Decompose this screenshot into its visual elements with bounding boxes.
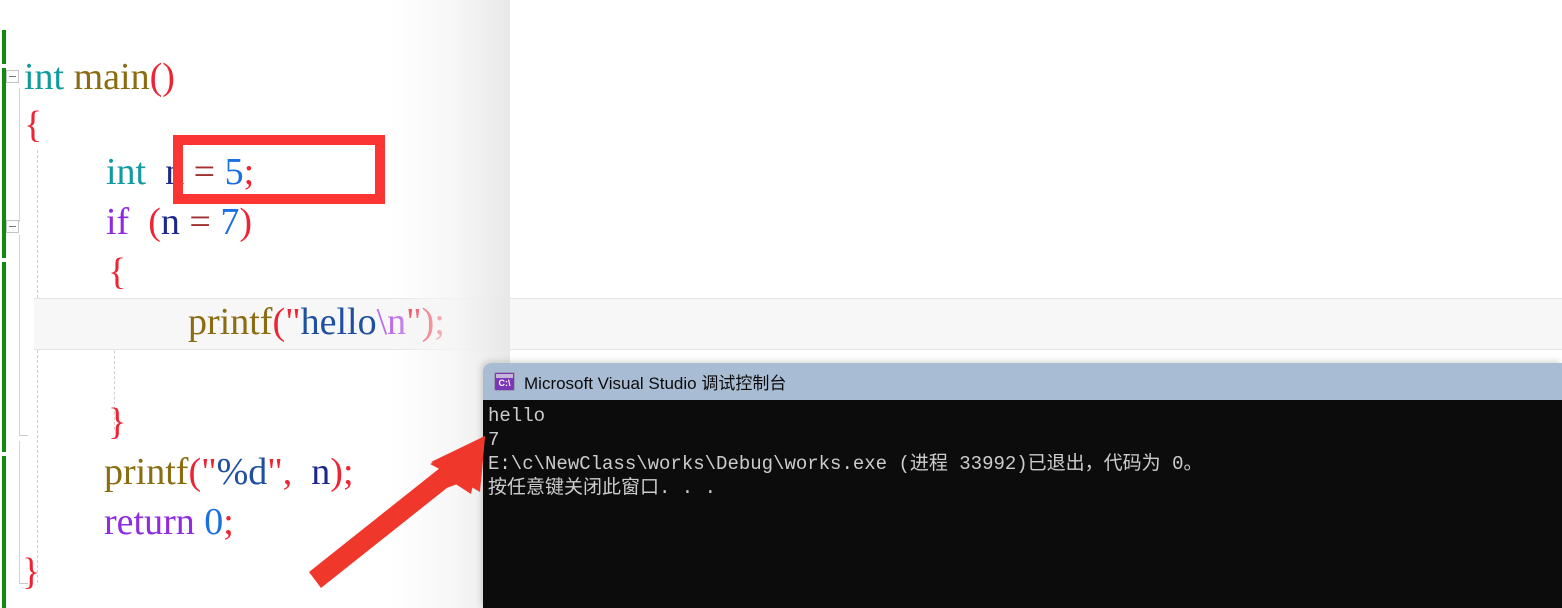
command-prompt-icon: C:\ bbox=[494, 372, 515, 391]
token-quote-close: " bbox=[267, 451, 283, 493]
screenshot-root: int main() { int n = 5; if (n = 7) { pri… bbox=[0, 0, 1562, 608]
code-line-if-close-brace[interactable]: } bbox=[108, 403, 126, 441]
token-open-brace: { bbox=[108, 251, 127, 293]
code-line-main[interactable]: int main() bbox=[24, 58, 175, 96]
token-keyword-int: int bbox=[106, 151, 147, 193]
token-open-paren: ( bbox=[188, 451, 202, 493]
code-line-if[interactable]: if (n = 7) bbox=[106, 203, 252, 241]
code-line-printf-hello[interactable]: printf("hello\n"); bbox=[188, 303, 445, 341]
token-keyword-if: if bbox=[106, 201, 130, 243]
token-quote-open: " bbox=[285, 301, 301, 343]
token-close-paren: ) bbox=[421, 301, 435, 343]
token-function-printf: printf bbox=[188, 301, 273, 343]
token-semicolon: ; bbox=[223, 501, 234, 543]
token-quote-open: " bbox=[201, 451, 217, 493]
code-line-close-brace[interactable]: } bbox=[22, 553, 40, 591]
token-number-seven: 7 bbox=[220, 201, 240, 243]
token-keyword-return: return bbox=[104, 501, 195, 543]
token-escape-newline: \n bbox=[376, 301, 407, 343]
token-quote-close: " bbox=[406, 301, 422, 343]
console-window[interactable]: C:\ Microsoft Visual Studio 调试控制台 hello … bbox=[483, 363, 1562, 608]
token-close-paren: ) bbox=[330, 451, 343, 493]
console-titlebar[interactable]: C:\ Microsoft Visual Studio 调试控制台 bbox=[483, 363, 1562, 400]
outlining-end-tick bbox=[19, 435, 28, 436]
token-function-main: main bbox=[73, 56, 150, 98]
token-close-brace: } bbox=[108, 401, 127, 443]
outlining-line bbox=[19, 235, 20, 435]
token-function-printf: printf bbox=[104, 451, 189, 493]
code-line-return[interactable]: return 0; bbox=[104, 503, 234, 541]
token-comma: , bbox=[282, 451, 293, 493]
console-output-area[interactable]: hello 7 E:\c\NewClass\works\Debug\works.… bbox=[483, 400, 1562, 608]
token-close-paren: ) bbox=[162, 56, 175, 98]
token-operator-assign: = bbox=[189, 201, 211, 243]
console-output-line: 7 bbox=[488, 429, 500, 451]
token-close-paren: ) bbox=[239, 201, 252, 243]
token-number-zero: 0 bbox=[204, 501, 224, 543]
token-semicolon: ; bbox=[434, 301, 445, 343]
token-close-brace: } bbox=[22, 551, 41, 593]
console-output-line: hello bbox=[488, 405, 546, 427]
indent-guide bbox=[37, 150, 38, 583]
console-output-line: 按任意键关闭此窗口. . . bbox=[488, 477, 717, 499]
icon-prompt-glyph: C:\ bbox=[498, 378, 511, 388]
fold-toggle-if[interactable] bbox=[6, 220, 19, 233]
change-indicator-bar bbox=[2, 30, 6, 64]
token-identifier-n: n bbox=[160, 201, 180, 243]
token-keyword-int: int bbox=[24, 56, 65, 98]
token-open-paren: ( bbox=[148, 201, 161, 243]
token-format-specifier: %d bbox=[216, 451, 268, 493]
code-line-if-open-brace[interactable]: { bbox=[108, 253, 126, 291]
code-line-printf-n[interactable]: printf("%d", n); bbox=[104, 453, 354, 491]
code-line-open-brace[interactable]: { bbox=[24, 106, 42, 144]
outlining-line bbox=[19, 441, 20, 583]
console-output-line: E:\c\NewClass\works\Debug\works.exe (进程 … bbox=[488, 453, 1203, 475]
token-open-paren: ( bbox=[272, 301, 286, 343]
token-identifier-n: n bbox=[311, 451, 331, 493]
outlining-line bbox=[19, 88, 20, 222]
token-string-hello: hello bbox=[300, 301, 377, 343]
change-indicator-bar bbox=[2, 262, 6, 452]
console-window-title: Microsoft Visual Studio 调试控制台 bbox=[524, 374, 787, 393]
change-indicator-bar bbox=[2, 456, 6, 608]
token-open-paren: ( bbox=[149, 56, 163, 98]
token-semicolon: ; bbox=[342, 451, 354, 493]
token-open-brace: { bbox=[24, 104, 43, 146]
fold-toggle-main[interactable] bbox=[6, 70, 19, 83]
annotation-rectangle bbox=[173, 135, 385, 204]
